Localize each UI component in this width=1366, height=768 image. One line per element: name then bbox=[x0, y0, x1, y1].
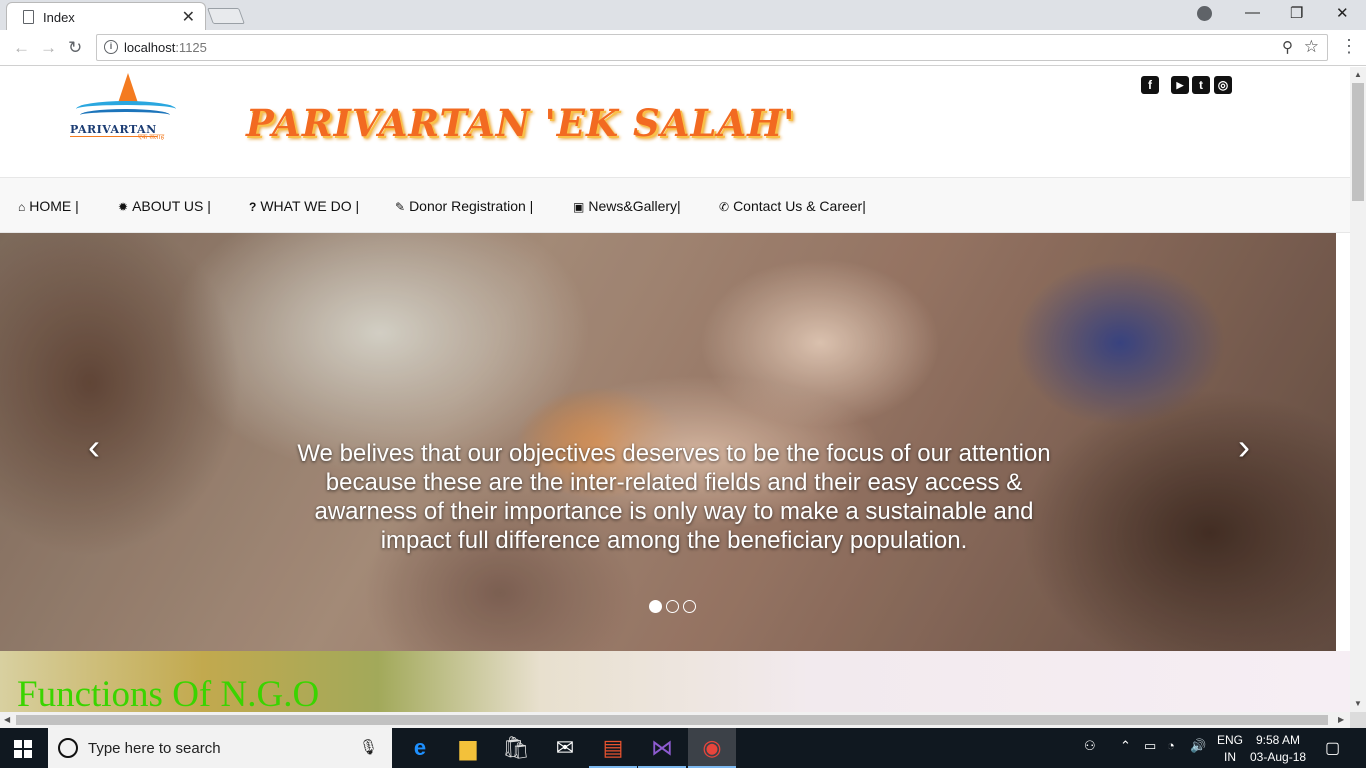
tab-title: Index bbox=[43, 10, 75, 25]
scroll-right-icon[interactable]: ▶ bbox=[1338, 715, 1344, 724]
chrome-menu-icon[interactable]: ⋮ bbox=[1340, 36, 1358, 57]
nav-contact-career[interactable]: ✆ Contact Us & Career| bbox=[719, 198, 866, 214]
browser-toolbar: ← → ↻ i localhost:1125 ⚲ ☆ ⋮ bbox=[0, 30, 1366, 66]
wifi-icon[interactable]: ◔ bbox=[1167, 738, 1175, 753]
logo-wave2-icon bbox=[80, 109, 170, 121]
carousel-indicator[interactable] bbox=[666, 600, 679, 613]
main-nav: ⌂ HOME | ✹ ABOUT US | ? WHAT WE DO | ✎ Donor… bbox=[0, 177, 1350, 233]
mail-icon[interactable]: ✉ bbox=[541, 728, 589, 768]
url-host: localhost bbox=[124, 40, 176, 55]
carousel-indicator[interactable] bbox=[649, 600, 662, 613]
system-clock[interactable]: 9:58 AM 03-Aug-18 bbox=[1250, 732, 1306, 766]
nav-label: ABOUT US | bbox=[132, 198, 211, 214]
horizontal-scroll-thumb[interactable] bbox=[16, 715, 1328, 725]
volume-icon[interactable]: 🔊 bbox=[1190, 738, 1206, 754]
nav-label: WHAT WE DO | bbox=[260, 198, 360, 214]
region-code: IN bbox=[1224, 750, 1236, 764]
minimize-icon[interactable]: — bbox=[1245, 4, 1260, 21]
people-icon[interactable]: ⚇ bbox=[1084, 738, 1096, 754]
show-hidden-icons-icon[interactable]: ⌃ bbox=[1120, 738, 1131, 754]
scroll-left-icon[interactable]: ◀ bbox=[4, 715, 10, 724]
nav-about-us[interactable]: ✹ ABOUT US | bbox=[118, 198, 211, 214]
search-placeholder: Type here to search bbox=[88, 740, 221, 757]
logo-sail-icon bbox=[118, 73, 138, 103]
question-icon: ? bbox=[249, 200, 257, 214]
microphone-icon[interactable]: 🎙 bbox=[359, 738, 378, 756]
horizontal-scrollbar[interactable]: ◀ ▶ bbox=[0, 712, 1350, 728]
file-explorer-icon[interactable]: ▆ bbox=[444, 728, 492, 768]
carousel-next-icon[interactable]: › bbox=[1238, 426, 1250, 468]
scroll-down-icon[interactable]: ▼ bbox=[1354, 699, 1362, 708]
page-icon bbox=[23, 10, 34, 24]
battery-icon[interactable]: ▭ bbox=[1144, 738, 1156, 754]
clock-time: 9:58 AM bbox=[1256, 733, 1301, 747]
powerpoint-icon[interactable]: ▤ bbox=[589, 728, 637, 768]
logo-subtext: एक सलाह bbox=[138, 134, 165, 141]
functions-section: Functions Of N.G.O bbox=[0, 651, 1350, 712]
carousel-indicator[interactable] bbox=[683, 600, 696, 613]
nav-what-we-do[interactable]: ? WHAT WE DO | bbox=[249, 198, 359, 214]
picture-icon: ▣ bbox=[573, 200, 585, 214]
instagram-icon[interactable]: ◎ bbox=[1214, 76, 1232, 94]
certificate-icon: ✹ bbox=[118, 200, 129, 214]
windows-start-icon[interactable] bbox=[14, 740, 32, 758]
scroll-up-icon[interactable]: ▲ bbox=[1354, 70, 1362, 79]
info-icon[interactable]: i bbox=[104, 40, 118, 54]
nav-news-gallery[interactable]: ▣ News&Gallery| bbox=[573, 198, 681, 214]
notifications-icon[interactable]: ▢ bbox=[1325, 738, 1340, 758]
brand-title: PARIVARTAN 'EK SALAH' bbox=[246, 101, 796, 145]
back-icon[interactable]: ← bbox=[13, 38, 30, 58]
lang-code: ENG bbox=[1217, 733, 1244, 747]
carousel-caption: We belives that our objectives deserves … bbox=[297, 440, 1051, 554]
nav-donor-registration[interactable]: ✎ Donor Registration | bbox=[395, 198, 533, 214]
new-tab-button[interactable] bbox=[207, 8, 245, 24]
carousel-indicators bbox=[649, 600, 696, 613]
taskbar-search[interactable]: Type here to search 🎙 bbox=[48, 728, 392, 768]
nav-home[interactable]: ⌂ HOME | bbox=[18, 198, 79, 214]
edge-icon[interactable]: e bbox=[396, 728, 444, 768]
home-icon: ⌂ bbox=[18, 200, 26, 214]
zoom-icon[interactable]: ⚲ bbox=[1282, 38, 1293, 56]
visual-studio-icon[interactable]: ⋈ bbox=[638, 728, 686, 768]
input-language[interactable]: ENG IN bbox=[1217, 732, 1243, 766]
nav-label: Donor Registration | bbox=[409, 198, 534, 214]
nav-label: Contact Us & Career| bbox=[733, 198, 866, 214]
scrollbar-corner bbox=[1350, 712, 1366, 728]
profile-icon[interactable] bbox=[1197, 6, 1212, 21]
url-port: :1125 bbox=[175, 40, 207, 55]
page-viewport: PARIVARTAN एक सलाह PARIVARTAN 'EK SALAH'… bbox=[0, 67, 1350, 712]
url-text[interactable]: localhost:1125 bbox=[124, 40, 207, 55]
close-window-icon[interactable]: ✕ bbox=[1336, 4, 1349, 22]
windows-taskbar: Type here to search 🎙 e ▆ 🛍 ✉ ▤ ⋈ ◉ ⚇ ⌃ … bbox=[0, 728, 1366, 768]
address-bar[interactable]: i localhost:1125 ⚲ ☆ bbox=[96, 34, 1328, 61]
browser-tab[interactable]: Index ✕ bbox=[6, 2, 206, 30]
browser-tab-strip: Index ✕ — ❐ ✕ bbox=[0, 0, 1366, 30]
reload-icon[interactable]: ↻ bbox=[68, 38, 82, 58]
clock-date: 03-Aug-18 bbox=[1250, 750, 1307, 764]
nav-label: News&Gallery| bbox=[588, 198, 681, 214]
youtube-icon[interactable]: ▶ bbox=[1171, 76, 1189, 94]
phone-icon: ✆ bbox=[719, 200, 730, 214]
site-logo[interactable]: PARIVARTAN एक सलाह bbox=[68, 71, 178, 143]
forward-icon[interactable]: → bbox=[40, 38, 57, 58]
carousel-prev-icon[interactable]: ‹ bbox=[88, 426, 100, 468]
hero-carousel: ‹ › We belives that our objectives deser… bbox=[0, 233, 1336, 651]
edit-icon: ✎ bbox=[395, 200, 406, 214]
close-tab-icon[interactable]: ✕ bbox=[182, 7, 195, 27]
site-header: PARIVARTAN एक सलाह PARIVARTAN 'EK SALAH'… bbox=[0, 67, 1350, 177]
nav-label: HOME | bbox=[29, 198, 79, 214]
cortana-icon bbox=[58, 738, 78, 758]
store-icon[interactable]: 🛍 bbox=[492, 728, 540, 768]
restore-icon[interactable]: ❐ bbox=[1290, 4, 1303, 22]
bookmark-star-icon[interactable]: ☆ bbox=[1304, 37, 1319, 57]
vertical-scrollbar[interactable]: ▲ ▼ bbox=[1350, 67, 1366, 712]
chrome-icon[interactable]: ◉ bbox=[688, 728, 736, 768]
functions-heading: Functions Of N.G.O bbox=[17, 674, 320, 712]
twitter-icon[interactable]: t bbox=[1192, 76, 1210, 94]
facebook-icon[interactable]: f bbox=[1141, 76, 1159, 94]
vertical-scroll-thumb[interactable] bbox=[1352, 83, 1364, 201]
